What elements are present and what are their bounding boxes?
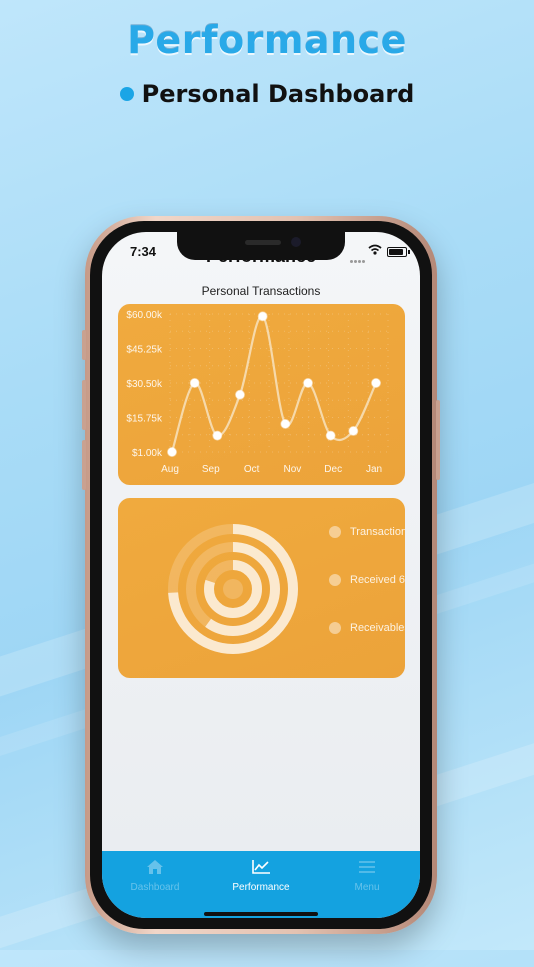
y-tick-label: $30.50k [126, 379, 163, 390]
tab-menu[interactable]: Menu [314, 859, 420, 893]
phone-silent-switch [82, 330, 86, 360]
tab-bar: Dashboard Performance Menu [102, 851, 420, 918]
tab-performance[interactable]: Performance [208, 859, 314, 893]
x-tick-label: Nov [284, 464, 302, 475]
hero-subtitle: Personal Dashboard [141, 80, 415, 108]
tab-label: Menu [354, 882, 380, 893]
hero-title: Performance [127, 18, 407, 62]
y-tick-label: $1.00k [132, 448, 163, 459]
x-tick-label: Oct [244, 464, 260, 475]
ring-chart [168, 524, 298, 654]
line-chart-card: $60.00k $45.25k $30.50k $15.75k $1.00k Aug Sep… [118, 304, 405, 485]
data-point [235, 389, 245, 400]
ring-center [223, 579, 243, 599]
data-point [371, 378, 381, 388]
notch [177, 232, 345, 260]
home-indicator [204, 912, 318, 916]
x-tick-label: Sep [202, 464, 220, 475]
speaker-grille [245, 240, 281, 245]
data-point [280, 418, 291, 429]
phone-power-button [436, 400, 440, 480]
legend-label: Received 60 [350, 574, 405, 586]
bullet-dot-icon [119, 87, 134, 101]
legend-label: Receivables [350, 622, 405, 634]
legend-label: Transactions [350, 526, 405, 538]
legend-dot [329, 574, 341, 586]
legend-dot [329, 622, 341, 634]
phone-volume-down [82, 440, 86, 490]
chart-line-icon [252, 860, 270, 874]
series-line [170, 315, 377, 453]
legend-dot [329, 526, 341, 538]
data-point [348, 425, 359, 436]
tab-label: Dashboard [130, 882, 180, 893]
legend-item: Transactions [329, 526, 405, 538]
y-tick-label: $45.25k [126, 345, 163, 356]
y-tick-label: $15.75k [126, 414, 163, 425]
line-chart: $60.00k $45.25k $30.50k $15.75k $1.00k Aug Sep… [126, 310, 389, 475]
data-point [257, 311, 268, 322]
y-tick-label: $60.00k [126, 310, 163, 321]
x-tick-label: Dec [324, 464, 342, 475]
data-point [303, 378, 313, 388]
app-screen: Performance 7:34 Personal Transactions $… [102, 232, 420, 918]
data-point [167, 447, 177, 457]
legend-item: Receivables [329, 622, 405, 634]
section-title: Personal Transactions [201, 284, 321, 298]
tab-dashboard[interactable]: Dashboard [102, 859, 208, 893]
menu-icon [359, 861, 375, 873]
hero-subtitle-row: Personal Dashboard [0, 80, 534, 108]
data-point [212, 430, 223, 441]
data-point [189, 378, 200, 388]
ring-chart-card: Transactions Received 60 Receivables [118, 498, 405, 678]
legend-item: Received 60 [329, 574, 405, 586]
x-tick-label: Aug [161, 464, 179, 475]
phone-volume-up [82, 380, 86, 430]
tab-label: Performance [232, 882, 290, 893]
front-camera [291, 237, 301, 247]
home-icon [147, 860, 163, 874]
x-tick-label: Jan [366, 464, 382, 475]
data-point [325, 430, 336, 441]
